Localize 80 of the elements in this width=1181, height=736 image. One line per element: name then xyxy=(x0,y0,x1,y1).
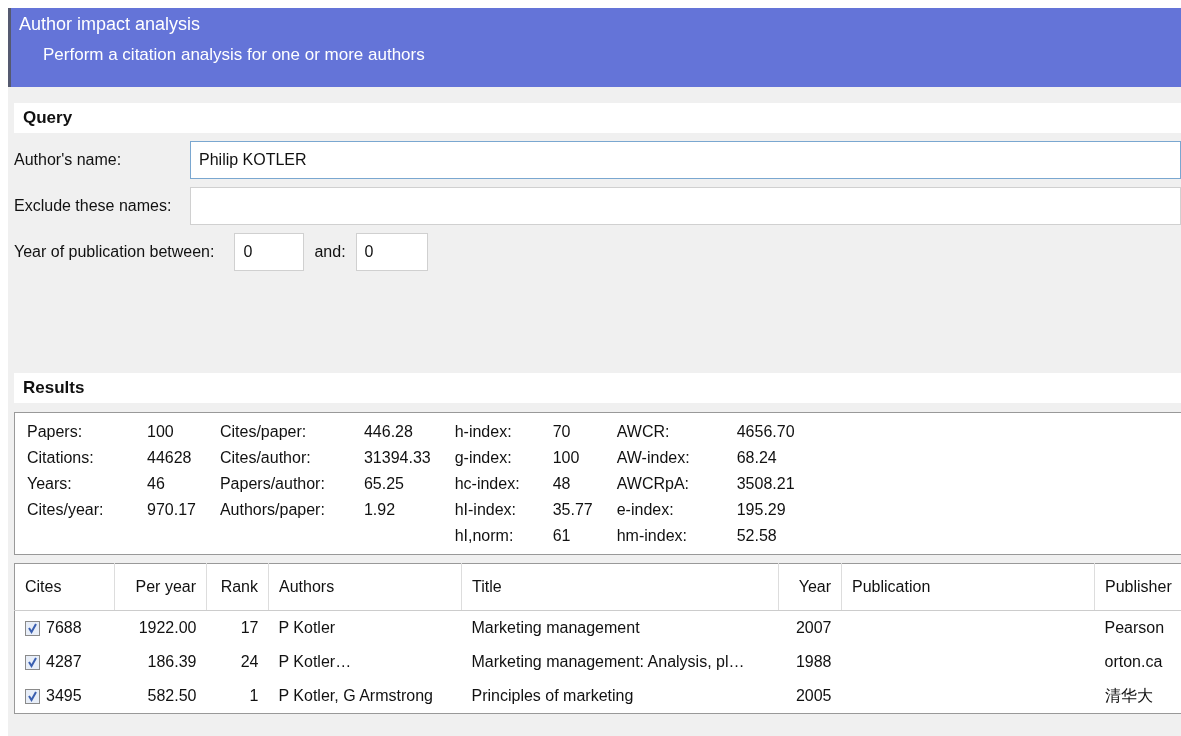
metric-value: 446.28 xyxy=(363,422,414,442)
table-cell: 4287 xyxy=(46,653,82,670)
metric-value: 100 xyxy=(552,448,581,468)
metric-value: 68.24 xyxy=(736,448,778,468)
metric-label: hm-index: xyxy=(616,526,688,546)
author-name-field[interactable]: Philip KOTLER xyxy=(190,141,1181,179)
table-cell: 582.50 xyxy=(147,687,197,704)
column-header[interactable]: Rank xyxy=(206,563,269,611)
metric-value: 195.29 xyxy=(736,500,787,520)
metric-value: 970.17 xyxy=(147,500,196,520)
exclude-names-field[interactable] xyxy=(190,187,1181,225)
table-cell: 清华大 xyxy=(1104,686,1153,704)
metric-value: 65.25 xyxy=(363,474,405,494)
metric-label: Authors/paper: xyxy=(219,500,326,520)
table-cell: 17 xyxy=(240,619,259,636)
column-header[interactable]: Publisher xyxy=(1094,563,1181,611)
metric-value: 4656.70 xyxy=(736,422,795,442)
checkbox[interactable] xyxy=(25,655,40,671)
table-cell: 1988 xyxy=(795,653,832,670)
metric-value: 1.92 xyxy=(363,500,397,520)
metric-label: Cites/author: xyxy=(219,448,312,468)
field-label: and: xyxy=(314,243,346,261)
metric-label: Years: xyxy=(27,474,73,494)
table-cell: 2007 xyxy=(795,619,832,636)
table-cell: Marketing management: Analysis, pl… xyxy=(471,653,745,670)
metric-label: AWCR: xyxy=(616,422,671,442)
field-label: Author's name: xyxy=(14,151,123,169)
table-cell: 3495 xyxy=(46,687,82,704)
year-from-field[interactable]: 0 xyxy=(234,233,305,271)
metric-value: 31394.33 xyxy=(363,448,431,468)
field-label: Exclude these names: xyxy=(14,197,173,215)
metric-label: AWCRpA: xyxy=(616,474,691,494)
metric-label: Papers: xyxy=(27,422,84,442)
year-to-field[interactable]: 0 xyxy=(355,233,428,271)
column-header[interactable]: Publication xyxy=(841,563,1095,611)
metric-label: hc-index: xyxy=(454,474,521,494)
metric-label: g-index: xyxy=(454,448,513,468)
table-cell: P Kotler, G Armstrong xyxy=(278,687,433,704)
metric-value: 48 xyxy=(552,474,572,494)
table-cell: P Kotler xyxy=(278,619,336,636)
metric-value: 35.77 xyxy=(552,500,593,520)
column-header[interactable]: Cites xyxy=(14,563,115,611)
column-header[interactable]: Per year xyxy=(114,563,207,611)
metric-label: hI,norm: xyxy=(454,526,515,546)
metric-value: 52.58 xyxy=(736,526,778,546)
table-cell: Pearson xyxy=(1104,619,1165,636)
metric-label: hI-index: xyxy=(454,500,518,520)
column-header[interactable]: Authors xyxy=(268,563,462,611)
window-subtitle: Perform a citation analysis for one or more authors xyxy=(43,45,425,65)
table-cell: orton.ca xyxy=(1104,653,1163,670)
metric-value: 70 xyxy=(552,422,572,442)
table-cell: 1922.00 xyxy=(138,619,197,636)
metric-label: Citations: xyxy=(27,448,95,468)
metric-label: AW-index: xyxy=(616,448,691,468)
metric-value: 44628 xyxy=(147,448,193,468)
metric-label: h-index: xyxy=(454,422,513,442)
metric-value: 46 xyxy=(147,474,166,494)
column-header[interactable]: Year xyxy=(778,563,842,611)
metric-value: 100 xyxy=(147,422,175,442)
checkbox[interactable] xyxy=(25,621,40,637)
field-label: Year of publication between: xyxy=(14,243,215,261)
metric-label: e-index: xyxy=(616,500,675,520)
table-cell: 1 xyxy=(249,687,259,704)
metric-label: Papers/author: xyxy=(219,474,326,494)
checkbox[interactable] xyxy=(25,689,40,705)
table-cell: Principles of marketing xyxy=(471,687,634,704)
metric-value: 61 xyxy=(552,526,572,546)
table-cell: 7688 xyxy=(46,619,82,636)
metric-label: Cites/paper: xyxy=(219,422,308,442)
query-section-header: Query xyxy=(14,103,1181,133)
window-title: Author impact analysis xyxy=(19,14,201,35)
metric-value: 3508.21 xyxy=(736,474,795,494)
table-cell: 2005 xyxy=(795,687,832,704)
metric-label: Cites/year: xyxy=(27,500,105,520)
table-cell: 186.39 xyxy=(147,653,197,670)
table-cell: Marketing management xyxy=(471,619,640,636)
table-cell: P Kotler… xyxy=(278,653,352,670)
table-cell: 24 xyxy=(240,653,259,670)
column-header[interactable]: Title xyxy=(461,563,779,611)
results-section-header: Results xyxy=(14,373,1181,403)
